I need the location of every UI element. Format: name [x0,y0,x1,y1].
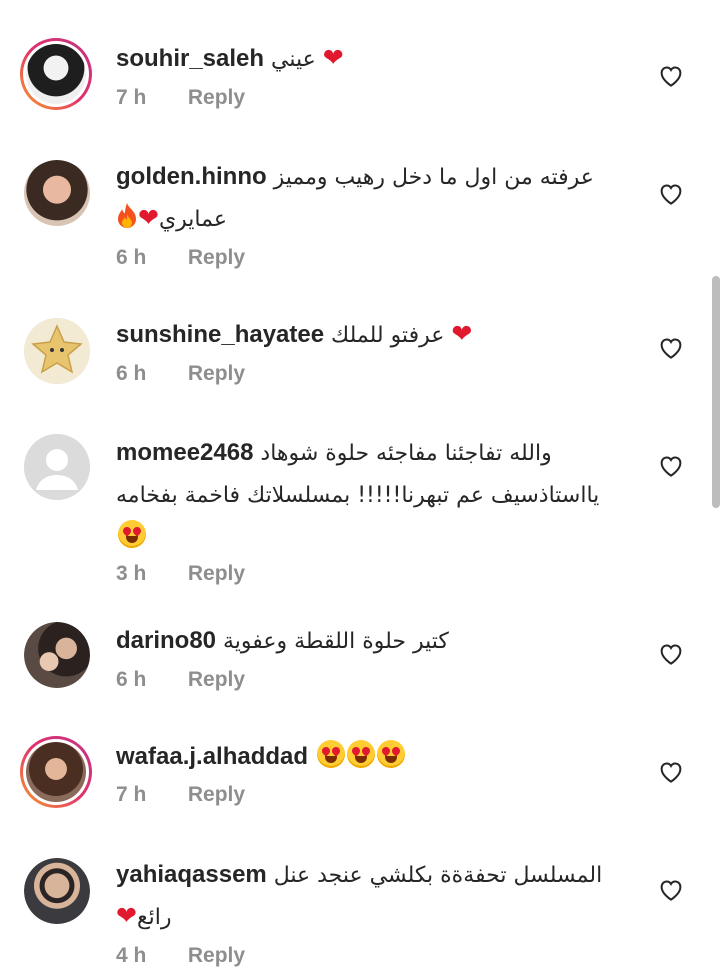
avatar[interactable] [20,38,92,110]
heart-emoji: ❤ [322,43,344,72]
default-avatar-icon [36,449,78,490]
reply-button[interactable]: Reply [188,246,245,270]
avatar[interactable] [24,434,90,500]
reply-button[interactable]: Reply [188,783,245,807]
star-plush-image [31,324,83,374]
heart-outline-icon[interactable] [656,874,686,904]
username[interactable]: yahiaqassem [116,861,267,888]
heart-outline-icon[interactable] [656,450,686,480]
heart-outline-icon[interactable] [656,332,686,362]
heart-outline-icon[interactable] [656,638,686,668]
reply-button[interactable]: Reply [188,668,245,692]
heart-outline-icon[interactable] [656,756,686,786]
comment-text-line2: رائع [136,905,172,930]
avatar[interactable] [24,160,90,226]
comment-text: عرفته من اول ما دخل رهيب ومميز [273,165,594,190]
heart-outline-icon[interactable] [656,178,686,208]
username[interactable]: golden.hinno [116,163,267,190]
heart-emoji: ❤ [138,203,159,232]
comment-text: عرفتو للملك [331,323,445,348]
comment-text: المسلسل تحفةةة بكلشي عنجد عنل [273,863,603,888]
timestamp: 7 h [116,783,147,806]
avatar[interactable] [24,858,90,924]
avatar[interactable] [24,318,90,384]
avatar[interactable] [24,622,90,688]
heart-eyes-emoji [377,740,406,768]
timestamp: 3 h [116,562,147,585]
avatar[interactable] [20,736,92,808]
heart-eyes-emoji [347,740,376,768]
scrollbar-thumb[interactable] [712,276,720,508]
username[interactable]: souhir_saleh [116,45,264,72]
comment-text-line2: يااستاذسيف عم تبهرنا!!!!! بمسلسلاتك فاخم… [116,483,600,508]
heart-eyes-emoji [118,520,146,548]
username[interactable]: momee2468 [116,439,253,466]
timestamp: 6 h [116,668,147,691]
timestamp: 6 h [116,246,147,269]
reply-button[interactable]: Reply [188,86,245,110]
timestamp: 7 h [116,86,147,109]
reply-button[interactable]: Reply [188,362,245,386]
username[interactable]: darino80 [116,627,216,654]
timestamp: 4 h [116,944,147,967]
heart-outline-icon[interactable] [656,60,686,90]
timestamp: 6 h [116,362,147,385]
comment-text-line2: عمايري [158,207,227,232]
heart-eyes-emoji [317,740,346,768]
username[interactable]: wafaa.j.alhaddad [116,743,308,770]
comment-text: والله تفاجئنا مفاجئه حلوة شوهاد [260,441,552,466]
fire-emoji [118,203,136,228]
comment-text: عيني [271,47,316,72]
comment-text: كتير حلوة اللقطة وعفوية [222,629,449,654]
reply-button[interactable]: Reply [188,562,245,586]
reply-button[interactable]: Reply [188,944,245,968]
heart-emoji: ❤ [451,319,473,348]
heart-emoji: ❤ [116,901,137,930]
username[interactable]: sunshine_hayatee [116,321,324,348]
